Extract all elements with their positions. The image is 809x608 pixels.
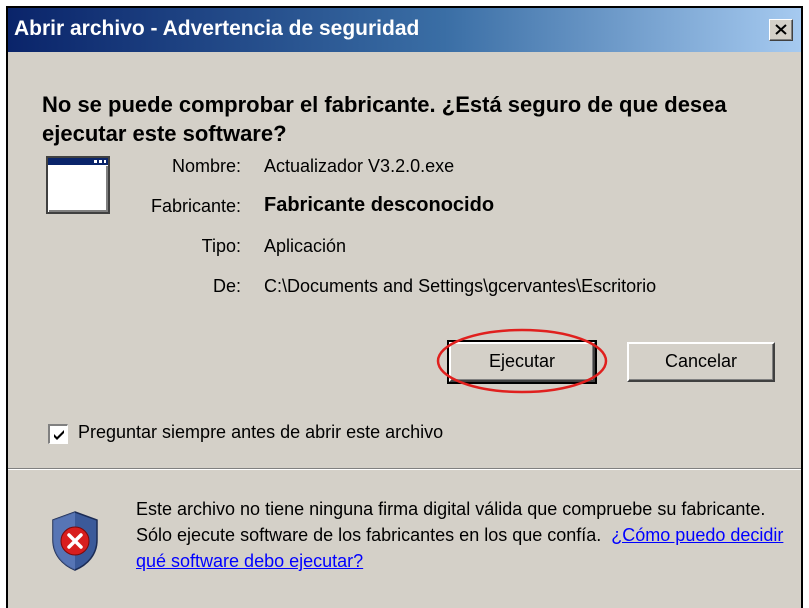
publisher-value: Fabricante desconocido [264, 194, 495, 216]
checkmark-icon [54, 430, 64, 440]
run-button[interactable]: Ejecutar [447, 340, 597, 384]
separator [8, 468, 801, 470]
window-title: Abrir archivo - Advertencia de seguridad [14, 17, 420, 40]
publisher-label: Fabricante: [150, 196, 241, 216]
title-bar[interactable]: Abrir archivo - Advertencia de seguridad [8, 8, 801, 52]
type-value: Aplicación [264, 236, 347, 256]
security-warning-dialog: Abrir archivo - Advertencia de seguridad… [6, 6, 803, 608]
cancel-button[interactable]: Cancelar [627, 342, 775, 382]
name-value: Actualizador V3.2.0.exe [264, 156, 455, 176]
name-label: Nombre: [171, 156, 241, 176]
warning-heading: No se puede comprobar el fabricante. ¿Es… [42, 92, 727, 146]
always-ask-checkbox[interactable] [48, 424, 68, 444]
security-shield-error-icon [52, 511, 98, 571]
from-label: De: [212, 276, 241, 296]
footer-message: Este archivo no tiene ninguna firma digi… [136, 496, 786, 574]
from-value: C:\Documents and Settings\gcervantes\Esc… [264, 276, 657, 296]
type-label: Tipo: [201, 236, 241, 256]
close-button[interactable] [769, 19, 793, 41]
always-ask-label[interactable]: Preguntar siempre antes de abrir este ar… [78, 422, 443, 443]
close-icon [775, 24, 787, 35]
